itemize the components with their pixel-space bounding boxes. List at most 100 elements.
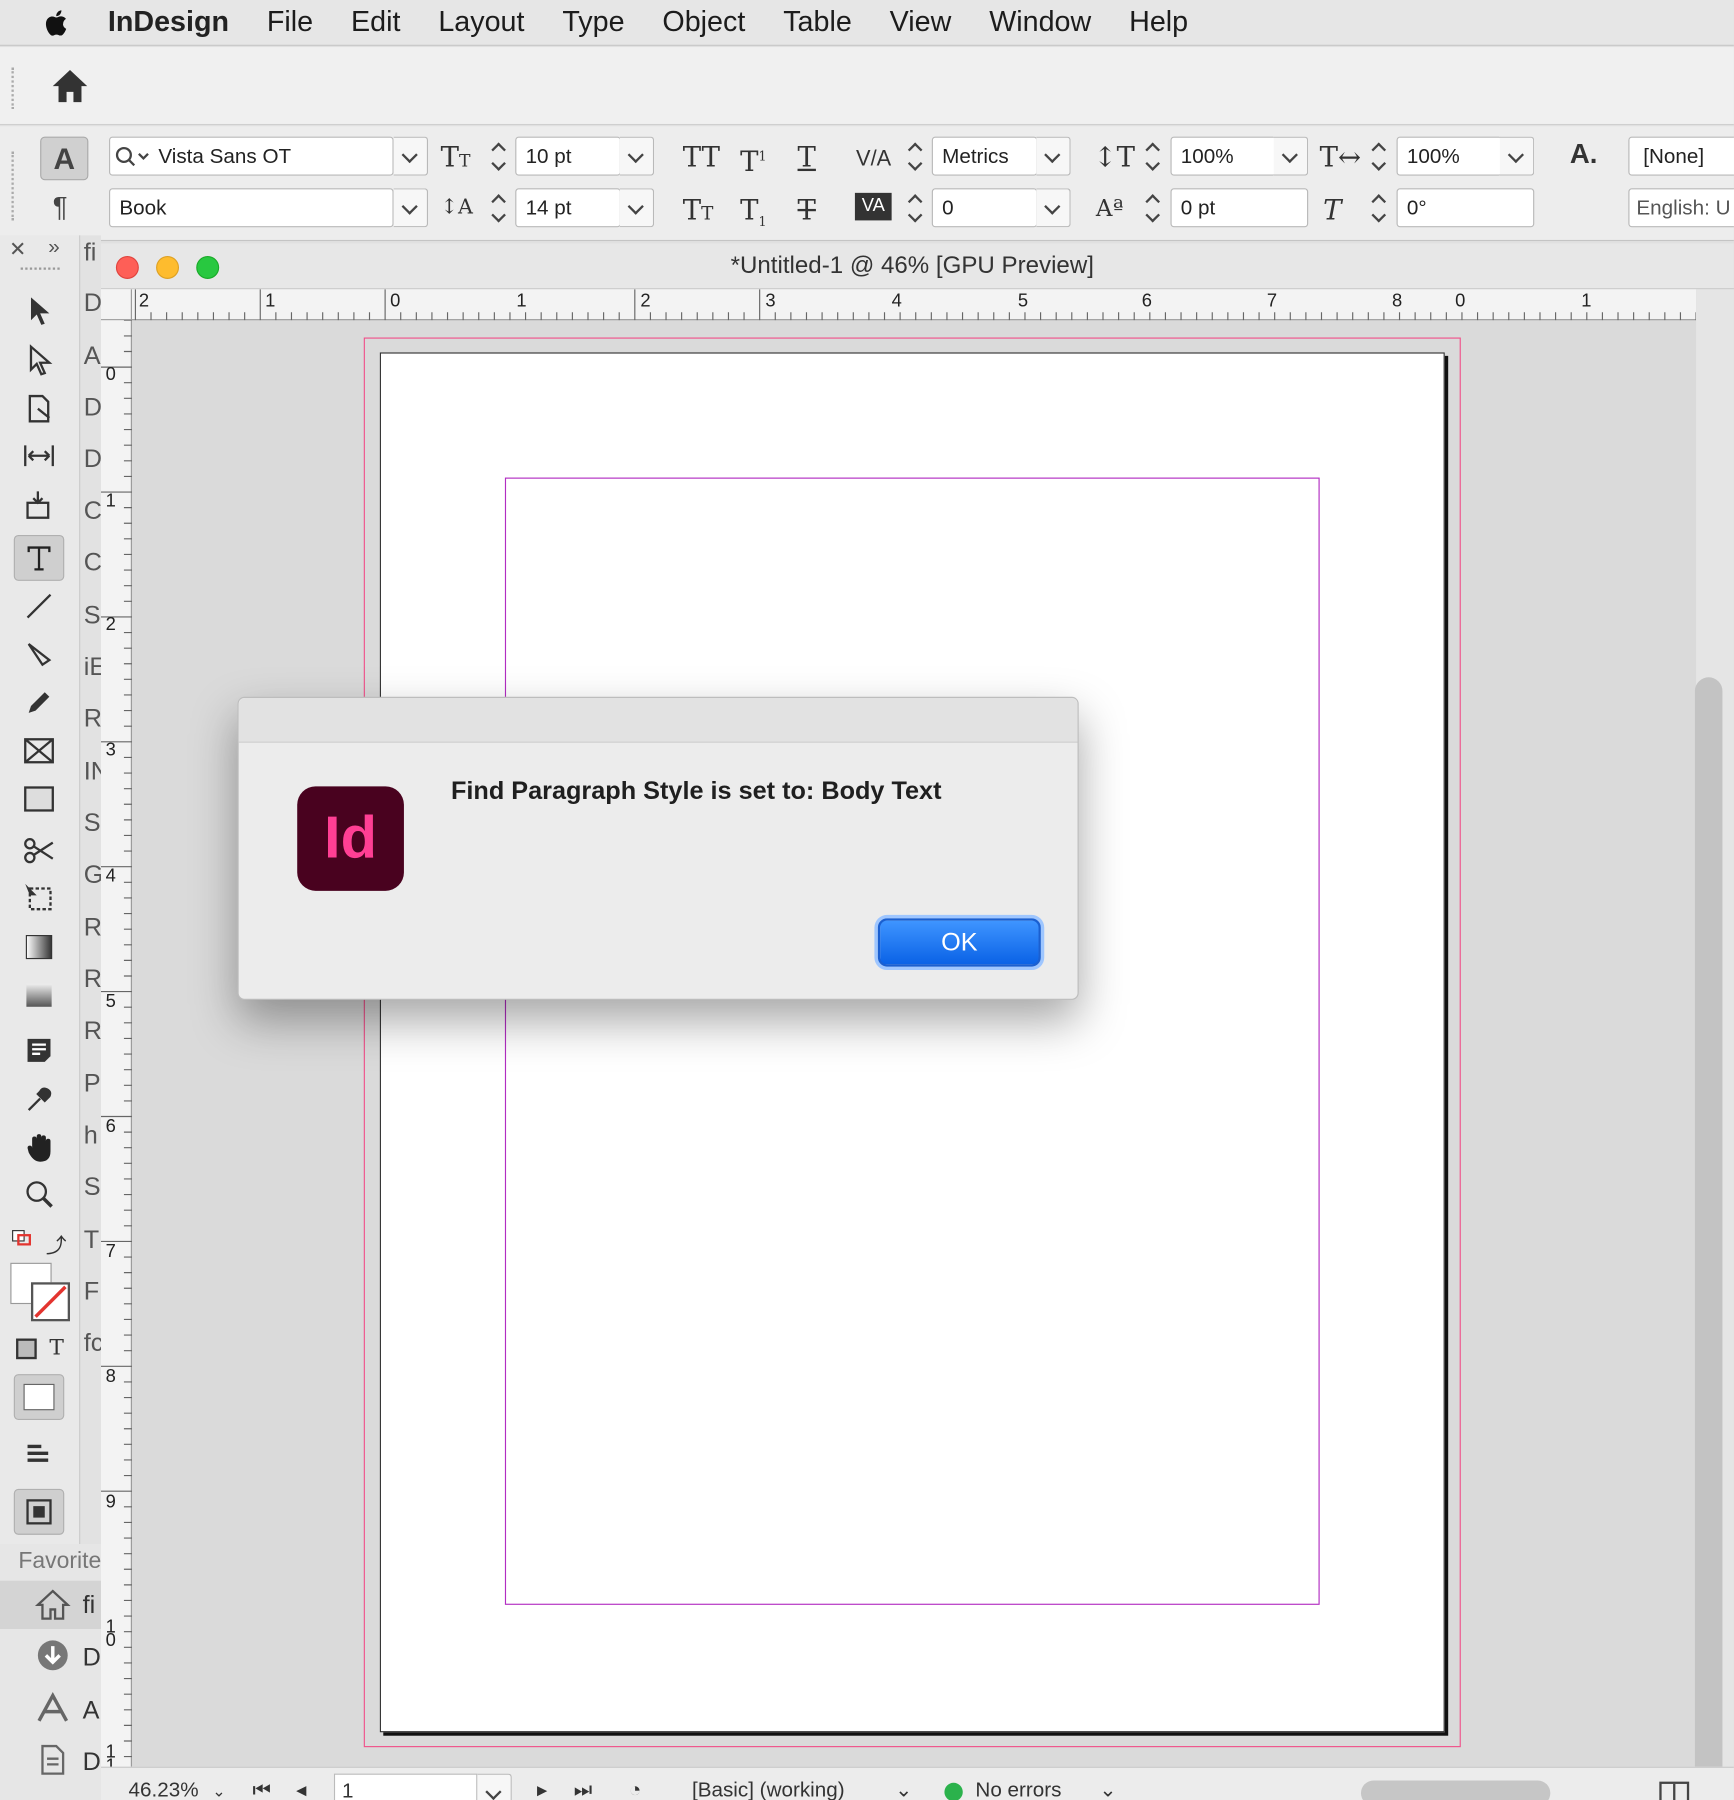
leading-field[interactable]: 14 pt — [515, 188, 621, 228]
free-transform-tool-icon[interactable] — [14, 875, 64, 921]
tracking-stepper[interactable] — [902, 188, 930, 227]
pen-tool-icon[interactable] — [14, 631, 64, 677]
kerning-stepper[interactable] — [902, 137, 930, 176]
apple-icon[interactable] — [41, 7, 69, 37]
tracking-field[interactable]: 0 — [931, 188, 1038, 228]
pencil-tool-icon[interactable] — [14, 680, 64, 726]
subscript-icon[interactable]: T1 — [740, 193, 766, 240]
baseline-shift-stepper[interactable] — [1139, 188, 1167, 227]
document-title-bar[interactable]: *Untitled-1 @ 46% [GPU Preview] — [100, 243, 1734, 290]
expand-icon[interactable]: » — [48, 235, 59, 259]
kerning-field[interactable]: Metrics — [931, 136, 1038, 176]
vertical-scale-dropdown[interactable] — [1273, 136, 1309, 176]
skew-field[interactable]: 0° — [1396, 188, 1535, 228]
drag-handle[interactable] — [11, 151, 14, 221]
type-tool-icon[interactable] — [13, 534, 65, 581]
page-dropdown[interactable] — [477, 1773, 512, 1800]
horizontal-scale-stepper[interactable] — [1366, 137, 1394, 176]
line-tool-icon[interactable] — [14, 583, 64, 629]
ruler-origin[interactable] — [100, 289, 132, 321]
gradient-swatch-tool-icon[interactable] — [14, 924, 64, 970]
menu-table[interactable]: Table — [783, 6, 852, 39]
normal-view-mode-icon[interactable] — [13, 1374, 65, 1421]
font-size-dropdown[interactable] — [619, 136, 655, 176]
horizontal-scale-dropdown[interactable] — [1499, 136, 1535, 176]
zoom-tool-icon[interactable] — [14, 1171, 64, 1217]
tracking-dropdown[interactable] — [1036, 188, 1071, 228]
last-page-icon[interactable]: ⏭ — [574, 1778, 593, 1800]
preflight-profile[interactable]: [Basic] (working) — [692, 1778, 845, 1800]
page-tool-icon[interactable] — [14, 386, 64, 432]
first-page-icon[interactable]: ⏮ — [252, 1778, 271, 1800]
ok-button[interactable]: OK — [877, 918, 1041, 967]
zoom-dropdown-icon[interactable]: ⌄ — [212, 1782, 225, 1800]
font-style-field[interactable]: Book — [109, 188, 394, 228]
pasteboard[interactable] — [133, 321, 1697, 1766]
horizontal-scrollbar-thumb[interactable] — [1360, 1780, 1551, 1800]
preflight-status[interactable]: No errors — [975, 1778, 1061, 1800]
font-family-dropdown[interactable] — [393, 136, 429, 176]
character-style-field[interactable]: [None] — [1628, 136, 1734, 176]
applications-icon[interactable] — [34, 1691, 71, 1725]
drag-handle[interactable] — [20, 267, 60, 273]
stroke-swatch[interactable] — [30, 1282, 70, 1322]
vertical-scrollbar-thumb[interactable] — [1694, 677, 1723, 1800]
swap-fill-stroke-icon[interactable]: ⤴ — [46, 1229, 67, 1259]
scissors-tool-icon[interactable] — [14, 828, 64, 874]
font-style-dropdown[interactable] — [393, 188, 429, 228]
gradient-feather-tool-icon[interactable] — [14, 972, 64, 1018]
rectangle-tool-icon[interactable] — [14, 776, 64, 822]
vertical-scale-stepper[interactable] — [1139, 137, 1167, 176]
all-caps-icon[interactable]: TT — [683, 140, 720, 174]
documents-icon[interactable] — [34, 1743, 71, 1777]
default-fill-stroke-icon[interactable] — [11, 1229, 32, 1246]
collapsed-panels-strip[interactable]: fi D A D D C C S iE R IN S G R R R P h S… — [80, 235, 101, 1567]
drag-handle[interactable] — [11, 67, 14, 110]
formatting-container-icon[interactable] — [16, 1338, 37, 1360]
strikethrough-icon[interactable]: T — [798, 193, 816, 227]
rectangle-frame-tool-icon[interactable] — [14, 728, 64, 774]
superscript-icon[interactable]: T1 — [740, 140, 766, 179]
formatting-text-icon[interactable]: T — [49, 1335, 64, 1360]
menu-type[interactable]: Type — [562, 6, 624, 39]
preflight-dropdown-icon[interactable]: ⌄ — [1099, 1778, 1116, 1800]
home-icon[interactable] — [50, 68, 89, 105]
menu-edit[interactable]: Edit — [351, 6, 400, 39]
direct-selection-tool-icon[interactable] — [14, 338, 64, 384]
previous-page-icon[interactable]: ◂ — [296, 1778, 306, 1800]
downloads-icon[interactable] — [34, 1638, 71, 1672]
selection-tool-icon[interactable] — [14, 288, 64, 334]
split-window-icon[interactable] — [1659, 1781, 1690, 1800]
gpu-preview-icon[interactable] — [13, 1488, 65, 1535]
document-status-icon[interactable]: ◔ — [629, 1778, 641, 1800]
note-tool-icon[interactable] — [14, 1027, 64, 1073]
menu-file[interactable]: File — [267, 6, 313, 39]
next-page-icon[interactable]: ▸ — [537, 1778, 547, 1800]
app-name[interactable]: InDesign — [108, 6, 229, 39]
horizontal-scale-field[interactable]: 100% — [1396, 136, 1503, 176]
vertical-ruler[interactable]: 01234567891 01 1 — [100, 320, 132, 1775]
leading-dropdown[interactable] — [619, 188, 655, 228]
eyedropper-tool-icon[interactable] — [14, 1077, 64, 1123]
content-collector-tool-icon[interactable] — [14, 482, 64, 528]
menu-layout[interactable]: Layout — [438, 6, 524, 39]
dialog-title-bar[interactable] — [238, 697, 1078, 743]
font-size-field[interactable]: 10 pt — [515, 136, 621, 176]
gap-tool-icon[interactable] — [14, 433, 64, 479]
close-icon[interactable]: ✕ — [9, 238, 26, 262]
skew-stepper[interactable] — [1366, 188, 1394, 227]
font-size-stepper[interactable] — [485, 137, 513, 176]
menu-object[interactable]: Object — [662, 6, 745, 39]
page-number-field[interactable]: 1 — [333, 1773, 478, 1800]
language-field[interactable]: English: U — [1628, 188, 1734, 228]
baseline-shift-field[interactable]: 0 pt — [1170, 188, 1309, 228]
screen-mode-icon[interactable] — [14, 1432, 64, 1478]
document-page[interactable] — [379, 352, 1445, 1733]
vertical-scale-field[interactable]: 100% — [1170, 136, 1277, 176]
zoom-level[interactable]: 46.23% — [129, 1778, 199, 1800]
horizontal-ruler[interactable]: 2 1 0 1 2 3 4 5 6 7 8 0 1 — [100, 289, 1697, 321]
hand-tool-icon[interactable] — [14, 1125, 64, 1171]
menu-help[interactable]: Help — [1129, 6, 1188, 39]
small-caps-icon[interactable]: TT — [683, 193, 714, 231]
paragraph-mode-icon[interactable]: ¶ — [53, 192, 68, 224]
